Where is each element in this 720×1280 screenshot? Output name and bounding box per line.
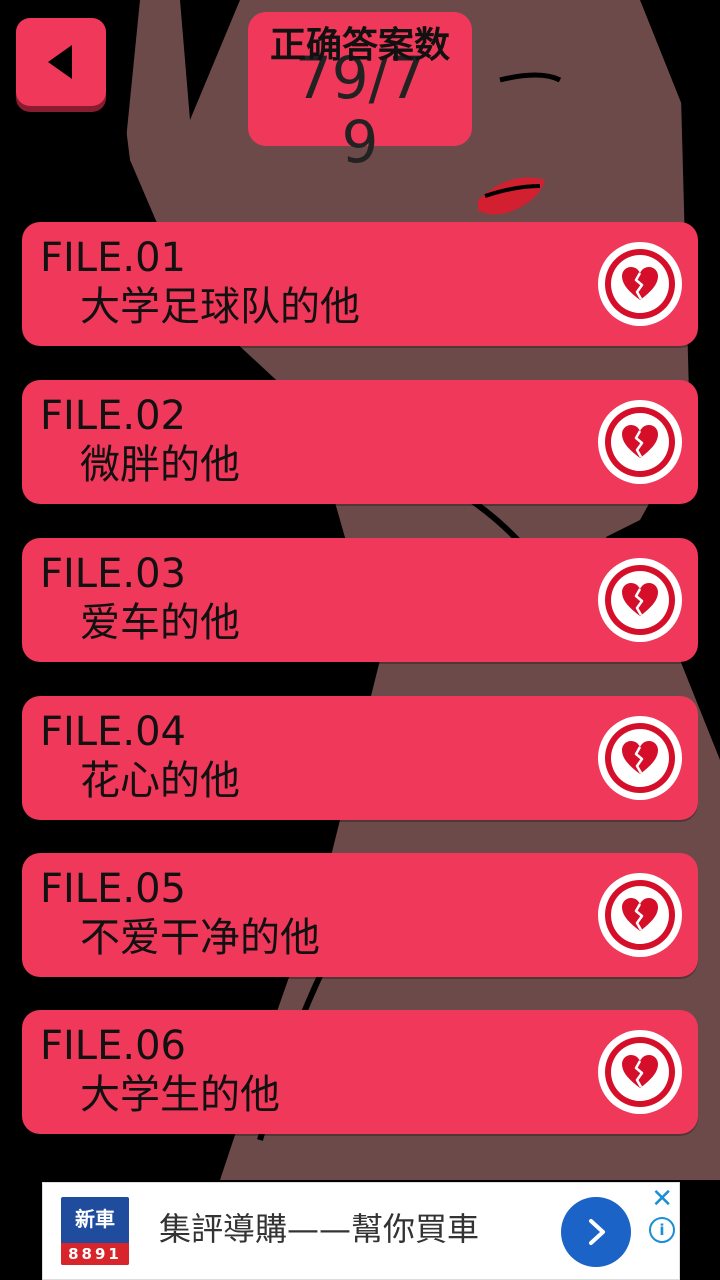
- broken-heart-icon: [598, 1030, 682, 1114]
- ad-info-icon[interactable]: i: [649, 1217, 675, 1243]
- file-card-02[interactable]: FILE.02 微胖的他: [22, 380, 698, 504]
- broken-heart-icon: [598, 558, 682, 642]
- back-button[interactable]: [16, 18, 106, 106]
- broken-heart-icon: [598, 873, 682, 957]
- file-code: FILE.01: [40, 235, 186, 281]
- file-title: 爱车的他: [80, 600, 240, 646]
- file-card-05[interactable]: FILE.05 不爱干净的他: [22, 853, 698, 977]
- ad-logo-number: 8891: [61, 1243, 129, 1265]
- ad-logo: 新車 8891: [61, 1197, 129, 1265]
- file-title: 花心的他: [80, 758, 240, 804]
- ad-open-button[interactable]: [561, 1197, 631, 1267]
- file-title: 大学足球队的他: [80, 284, 360, 330]
- file-title: 微胖的他: [80, 442, 240, 488]
- file-title: 大学生的他: [80, 1072, 280, 1118]
- file-code: FILE.04: [40, 709, 186, 755]
- file-code: FILE.03: [40, 551, 186, 597]
- ad-logo-text: 新車: [75, 1207, 115, 1231]
- ad-headline: 集評導購——幫你買車: [159, 1210, 480, 1248]
- file-card-03[interactable]: FILE.03 爱车的他: [22, 538, 698, 662]
- file-title: 不爱干净的他: [80, 915, 320, 961]
- broken-heart-icon: [598, 242, 682, 326]
- file-code: FILE.06: [40, 1023, 186, 1069]
- correct-answers-title: 正确答案数: [269, 25, 450, 66]
- file-code: FILE.05: [40, 866, 186, 912]
- ad-close-icon[interactable]: ✕: [651, 1185, 673, 1213]
- file-code: FILE.02: [40, 393, 186, 439]
- broken-heart-icon: [598, 716, 682, 800]
- file-card-04[interactable]: FILE.04 花心的他: [22, 696, 698, 820]
- file-card-01[interactable]: FILE.01 大学足球队的他: [22, 222, 698, 346]
- back-arrow-icon: [48, 45, 72, 79]
- correct-answers-panel: 79/79 正确答案数: [248, 12, 472, 174]
- file-card-06[interactable]: FILE.06 大学生的他: [22, 1010, 698, 1134]
- ad-banner[interactable]: 新車 8891 集評導購——幫你買車 ✕ i: [42, 1182, 680, 1280]
- chevron-right-icon: [589, 1219, 605, 1245]
- broken-heart-icon: [598, 400, 682, 484]
